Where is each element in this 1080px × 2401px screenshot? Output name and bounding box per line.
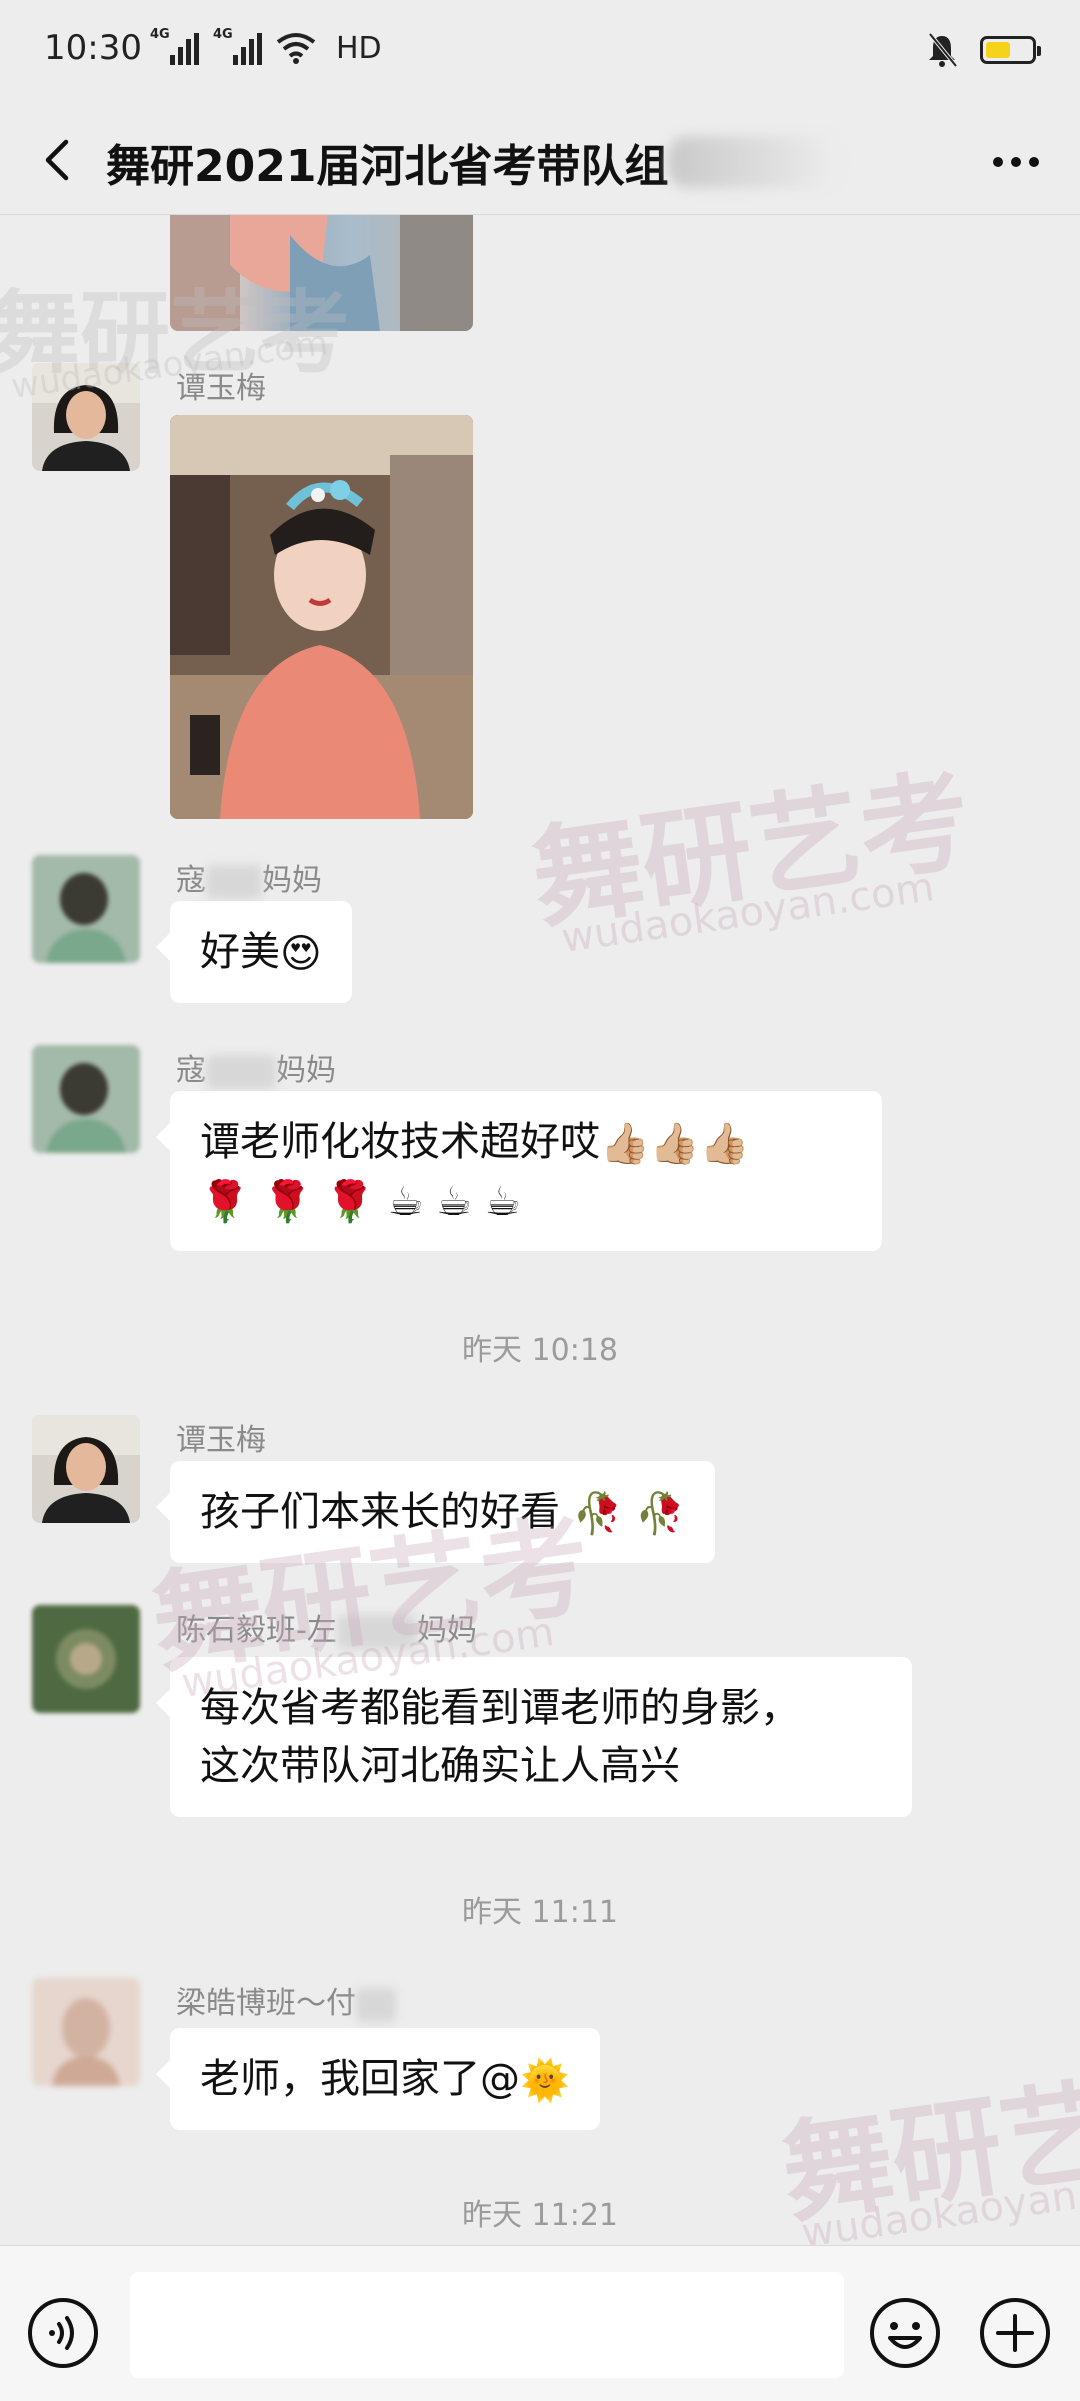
emoji-icon[interactable] [868, 2296, 942, 2370]
message-bubble[interactable]: 好美😍 [156, 901, 352, 1003]
avatar[interactable] [32, 363, 140, 471]
chat-area[interactable]: 谭玉梅 寇 妈妈 好美😍 寇 妈妈 谭老师化妆技术超好哎👍🏼👍🏼👍🏼 🌹 🌹 🌹… [0, 215, 1080, 2245]
rose-emoji: 🌹 [325, 1179, 375, 1225]
sender-name: 梁皓博班～付 [176, 1978, 396, 2022]
status-right [926, 32, 1041, 68]
sender-blur [356, 1987, 396, 2022]
sender-blur [206, 1054, 276, 1089]
message-bubble[interactable]: 每次省考都能看到谭老师的身影， 这次带队河北确实让人高兴 [156, 1657, 912, 1817]
coffee-emoji: ☕ [436, 1179, 473, 1225]
avatar[interactable] [32, 1978, 140, 2086]
message-photo[interactable] [170, 415, 473, 819]
thumbs-up-emoji: 👍🏼 [600, 1121, 650, 1167]
more-horizontal-icon[interactable] [988, 142, 1044, 182]
rose-emoji: 🌹 [262, 1179, 313, 1225]
avatar[interactable] [32, 1605, 140, 1713]
thumbs-up-emoji: 👍🏼 [699, 1121, 750, 1167]
coffee-emoji: ☕ [387, 1179, 424, 1225]
watermark: wudaokaoyan.com [558, 864, 937, 962]
wilted-flower-emoji: 🥀 [572, 1491, 623, 1537]
chat-title: 舞研2021届河北省考带队组 [106, 141, 669, 192]
avatar[interactable] [32, 1415, 140, 1523]
coffee-emoji: ☕ [484, 1179, 521, 1225]
timestamp: 昨天 10:18 [462, 1333, 618, 1368]
timestamp: 昨天 11:11 [462, 1895, 618, 1930]
timestamp: 昨天 11:21 [462, 2198, 618, 2233]
sender-name: 陈石毅班-左 妈妈 [176, 1613, 477, 1649]
heart-eyes-emoji: 😍 [280, 931, 322, 977]
message-bubble[interactable]: 谭老师化妆技术超好哎👍🏼👍🏼👍🏼 🌹 🌹 🌹 ☕ ☕ ☕ [156, 1091, 882, 1251]
plus-icon[interactable] [978, 2296, 1052, 2370]
wilted-flower-emoji: 🥀 [635, 1491, 686, 1537]
sender-blur [336, 1614, 417, 1649]
signal-icon: 4G [213, 27, 262, 65]
voice-icon[interactable] [26, 2296, 100, 2370]
wifi-icon [276, 33, 316, 64]
avatar[interactable] [32, 855, 140, 963]
thumbs-up-emoji: 👍🏼 [649, 1121, 700, 1167]
status-time: 10:30 [44, 28, 142, 68]
sender-name: 寇妈妈 [176, 863, 322, 899]
sender-name: 谭玉梅 [176, 1423, 266, 1458]
avatar[interactable] [32, 1045, 140, 1153]
message-input[interactable] [130, 2272, 844, 2378]
sender-name: 谭玉梅 [176, 371, 266, 406]
sender-blur [206, 864, 262, 899]
chat-header: 舞研2021届河北省考带队组 [0, 108, 1080, 215]
input-bar [0, 2245, 1080, 2401]
network-indicators: 4G 4G HD [150, 26, 382, 70]
message-bubble[interactable]: 孩子们本来长的好看 🥀 🥀 [155, 1461, 716, 1563]
message-bubble[interactable]: 老师，我回家了@🌞 [156, 2028, 600, 2130]
signal-icon: 4G [150, 27, 199, 65]
sender-name: 寇妈妈 [176, 1053, 336, 1089]
message-photo[interactable] [170, 215, 473, 331]
bell-mute-icon [928, 32, 958, 68]
chevron-left-icon[interactable] [30, 130, 90, 190]
hd-label: HD [336, 30, 382, 66]
watermark: 舞研艺考 [524, 755, 979, 944]
status-bar: 10:30 4G 4G HD [0, 0, 1080, 108]
rose-emoji: 🌹 [200, 1179, 250, 1225]
sun-face-emoji: 🌞 [520, 2058, 570, 2104]
battery-icon [980, 36, 1041, 64]
title-blur [668, 136, 838, 188]
